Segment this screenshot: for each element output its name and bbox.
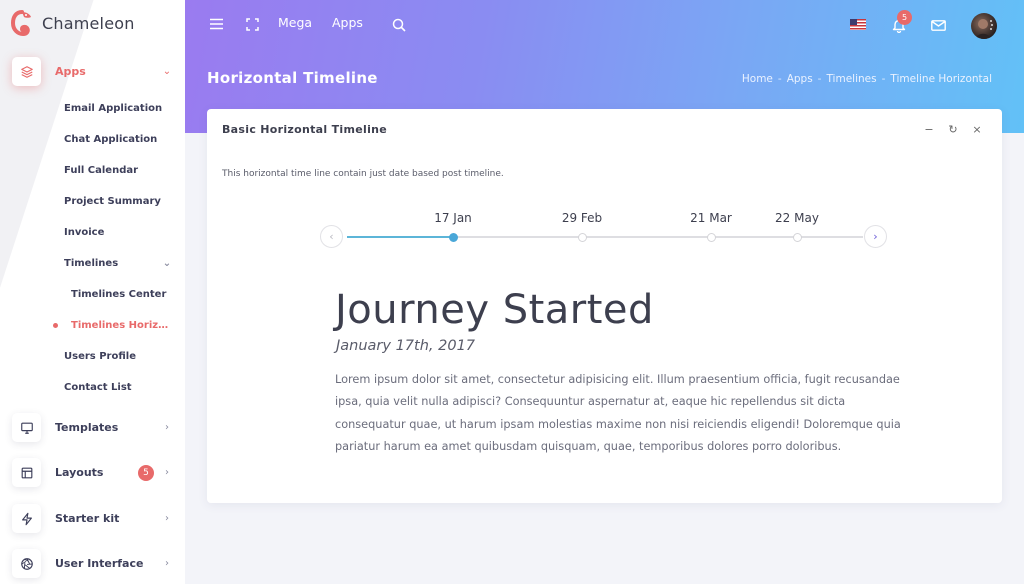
sidebar-subitem-invoice[interactable]: Invoice <box>64 227 172 238</box>
sidebar-subitem-contact-list[interactable]: Contact List <box>64 382 172 393</box>
sidebar-item-templates[interactable]: Templates › <box>12 413 172 442</box>
sidebar-item-user-interface[interactable]: User Interface › <box>12 549 172 578</box>
sidebar-subitem-label: Project Summary <box>64 196 161 207</box>
topbar-link-apps[interactable]: Apps <box>332 15 363 30</box>
breadcrumb-separator: - <box>881 73 886 85</box>
sidebar-subitem-label: Contact List <box>64 382 132 393</box>
aperture-icon <box>12 549 41 578</box>
sidebar-subitem-label: Email Application <box>64 103 163 114</box>
sidebar-item-label: Apps <box>55 65 86 78</box>
sidebar-item-label: Layouts <box>55 466 104 479</box>
monitor-icon <box>12 413 41 442</box>
timeline-node[interactable] <box>577 232 587 242</box>
chevron-right-icon: › <box>165 467 169 478</box>
timeline-prev-button[interactable]: ‹ <box>320 225 343 248</box>
layouts-badge: 5 <box>138 464 154 481</box>
sidebar-item-label: Starter kit <box>55 512 120 525</box>
card-title: Basic Horizontal Timeline <box>222 123 388 136</box>
timeline-date-label[interactable]: 29 Feb <box>562 211 602 225</box>
timeline-progress <box>347 236 453 238</box>
breadcrumb-current: Timeline Horizontal <box>890 73 992 85</box>
sidebar-subitem-timelines-center[interactable]: Timelines Center <box>71 289 171 300</box>
fullscreen-icon[interactable] <box>243 15 261 33</box>
event-date: January 17th, 2017 <box>336 338 476 354</box>
sidebar-subitem-label: Chat Application <box>64 134 158 145</box>
timeline-date-label[interactable]: 22 May <box>775 211 819 225</box>
sidebar-subitem-label: Timelines <box>64 258 119 269</box>
breadcrumb-timelines[interactable]: Timelines <box>826 73 876 85</box>
breadcrumb: Home - Apps - Timelines - Timeline Horiz… <box>742 73 992 85</box>
logo[interactable]: Chameleon <box>10 10 135 36</box>
sidebar-subitem-label: Full Calendar <box>64 165 139 176</box>
timeline-next-button[interactable]: › <box>864 225 887 248</box>
lightning-icon <box>12 504 41 533</box>
chevron-down-icon: ⌄ <box>162 66 172 77</box>
sidebar-item-label: User Interface <box>55 557 144 570</box>
sidebar-subitem-chat[interactable]: Chat Application <box>64 134 172 145</box>
timeline-node[interactable] <box>448 232 458 242</box>
sidebar-subitem-label: Users Profile <box>64 351 136 362</box>
sidebar-subitem-label: Invoice <box>64 227 105 238</box>
sidebar-subitem-timelines-horizontal[interactable]: Timelines Horizon... <box>71 320 171 331</box>
breadcrumb-apps[interactable]: Apps <box>787 73 813 85</box>
chevron-right-icon: › <box>165 558 169 569</box>
card-description: This horizontal time line contain just d… <box>222 169 504 179</box>
event-body: Lorem ipsum dolor sit amet, consectetur … <box>335 373 901 454</box>
chevron-right-icon: › <box>165 422 169 433</box>
layout-icon <box>12 458 41 487</box>
sidebar-item-starter-kit[interactable]: Starter kit › <box>12 504 172 533</box>
sidebar: Chameleon Apps ⌄ Email Application Chat … <box>0 0 185 584</box>
timeline-node[interactable] <box>706 232 716 242</box>
sidebar-item-label: Templates <box>55 421 119 434</box>
close-icon[interactable]: × <box>972 123 982 136</box>
chevron-right-icon: › <box>165 513 169 524</box>
sidebar-subitem-timelines[interactable]: Timelines ⌄ <box>64 258 172 269</box>
mail-icon[interactable] <box>930 18 946 32</box>
layers-icon <box>12 57 41 86</box>
chevron-down-icon: ⌄ <box>162 258 172 269</box>
sidebar-subitem-calendar[interactable]: Full Calendar <box>64 165 172 176</box>
chevron-left-icon: ‹ <box>329 230 334 243</box>
app-name: Chameleon <box>42 13 135 33</box>
search-icon[interactable] <box>391 17 407 33</box>
timeline-date-label[interactable]: 21 Mar <box>690 211 732 225</box>
topbar-link-mega[interactable]: Mega <box>278 15 312 30</box>
event-title: Journey Started <box>335 287 654 333</box>
refresh-icon[interactable]: ↻ <box>948 123 958 136</box>
sidebar-item-layouts[interactable]: Layouts 5 › <box>12 458 172 487</box>
us-flag-icon[interactable] <box>850 19 866 30</box>
timeline-node[interactable] <box>792 232 802 242</box>
minimize-icon[interactable]: − <box>924 123 934 136</box>
sidebar-subitem-email[interactable]: Email Application <box>64 103 172 114</box>
sidebar-subitem-label: Timelines Horizon... <box>71 320 171 331</box>
sidebar-subitem-project-summary[interactable]: Project Summary <box>64 196 172 207</box>
notification-count-badge: 5 <box>897 10 912 25</box>
sidebar-subitem-users-profile[interactable]: Users Profile <box>64 351 172 362</box>
user-avatar[interactable] <box>971 13 997 39</box>
active-dot <box>53 323 58 328</box>
timeline-date-label[interactable]: 17 Jan <box>434 211 472 225</box>
breadcrumb-separator: - <box>817 73 822 85</box>
card-tools: − ↻ × <box>924 123 982 136</box>
breadcrumb-home[interactable]: Home <box>742 73 773 85</box>
chameleon-logo-icon <box>10 10 31 36</box>
sidebar-subitem-label: Timelines Center <box>71 289 167 300</box>
timeline-card: Basic Horizontal Timeline − ↻ × This hor… <box>207 109 1002 503</box>
sidebar-item-apps[interactable]: Apps ⌄ <box>12 57 172 86</box>
breadcrumb-separator: - <box>777 73 782 85</box>
chevron-right-icon: › <box>873 230 878 243</box>
page-title: Horizontal Timeline <box>207 69 378 87</box>
menu-toggle-icon[interactable] <box>207 15 225 33</box>
